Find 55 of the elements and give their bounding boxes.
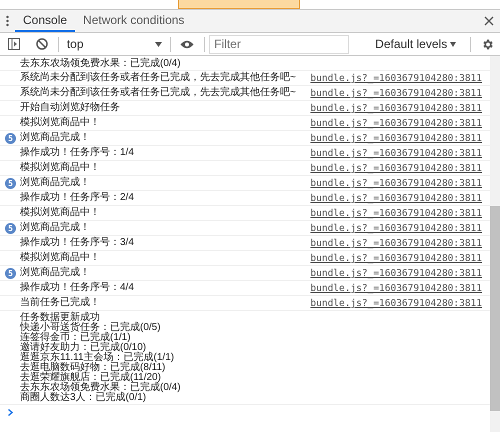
caret-icon [154,42,162,46]
source-link[interactable]: bundle.js?_=1603679104280:3811 [310,208,482,219]
log-message: 开始自动浏览好物任务 [20,103,121,113]
log-message: 操作成功！任务序号：3/4 [20,238,135,248]
source-link[interactable]: bundle.js?_=1603679104280:3811 [310,178,482,189]
log-message: 任务数据更新成功 [20,313,101,323]
log-message: 系统尚未分配到该任务或者任务已完成，先去完成其他任务吧~ [20,88,297,98]
filter-field[interactable]: Filter [209,34,350,54]
log-message: 模拟浏览商品中！ [20,208,101,218]
source-link[interactable]: bundle.js?_=1603679104280:3811 [310,223,482,234]
source-link[interactable]: bundle.js?_=1603679104280:3811 [310,253,482,264]
source-link[interactable]: bundle.js?_=1603679104280:3811 [310,298,482,309]
log-message: 去东东农场领免费水果：已完成(0/4) [20,59,182,69]
source-link[interactable]: bundle.js?_=1603679104280:3811 [310,238,482,249]
scrollbar-thumb[interactable] [490,206,500,411]
log-message: 去逛荣耀旗舰店：已完成(11/20) [20,373,161,383]
source-link[interactable]: bundle.js?_=1603679104280:3811 [310,148,482,159]
log-message: 浏览商品完成！ [20,133,91,143]
log-message: 逛逛京东11.11主会场：已完成(1/1) [20,353,176,363]
source-link[interactable]: bundle.js?_=1603679104280:3811 [310,133,482,144]
log-message: 去逛电脑数码好物：已完成(8/11) [20,363,166,373]
source-link[interactable]: bundle.js?_=1603679104280:3811 [310,193,482,204]
source-link[interactable]: bundle.js?_=1603679104280:3811 [310,118,482,129]
levels-dropdown[interactable]: Default levels [369,36,462,52]
source-link[interactable]: bundle.js?_=1603679104280:3811 [310,163,482,174]
log-message: 系统尚未分配到该任务或者任务已完成，先去完成其他任务吧~ [20,73,297,83]
source-link[interactable]: bundle.js?_=1603679104280:3811 [310,103,482,114]
repeat-count-badge: 5 [5,178,16,189]
log-message: 浏览商品完成！ [20,178,91,188]
repeat-count-badge: 5 [5,223,16,234]
source-link[interactable]: bundle.js?_=1603679104280:3811 [310,268,482,279]
log-message: 去东东农场领免费水果：已完成(0/4) [20,383,182,393]
log-message: 连签得金币：已完成(1/1) [20,333,131,343]
source-link[interactable]: bundle.js?_=1603679104280:3811 [310,73,482,84]
log-message: 商圈人数达3人：已完成(0/1) [20,393,148,403]
log-message: 操作成功！任务序号：4/4 [20,283,135,293]
log-message: 模拟浏览商品中！ [20,253,101,263]
log-message: 操作成功！任务序号：1/4 [20,148,135,158]
log-message: 模拟浏览商品中！ [20,118,101,128]
tab[interactable]: Console [15,10,76,32]
context-select[interactable]: top [62,37,166,51]
tab[interactable]: Network conditions [75,10,192,32]
log-message: 模拟浏览商品中！ [20,163,101,173]
source-link[interactable]: bundle.js?_=1603679104280:3811 [310,88,482,99]
log-message: 浏览商品完成！ [20,268,91,278]
source-link[interactable]: bundle.js?_=1603679104280:3811 [310,283,482,294]
log-message: 快递小哥送货任务：已完成(0/5) [20,323,162,333]
repeat-count-badge: 5 [5,133,16,144]
caret-icon [450,42,456,46]
log-message: 操作成功！任务序号：2/4 [20,193,135,203]
repeat-count-badge: 5 [5,268,16,279]
prompt-icon [8,408,13,416]
log-message: 浏览商品完成！ [20,223,91,233]
log-message: 当前任务已完成！ [20,298,101,308]
log-message: 邀请好友助力：已完成(0/10) [20,343,146,353]
